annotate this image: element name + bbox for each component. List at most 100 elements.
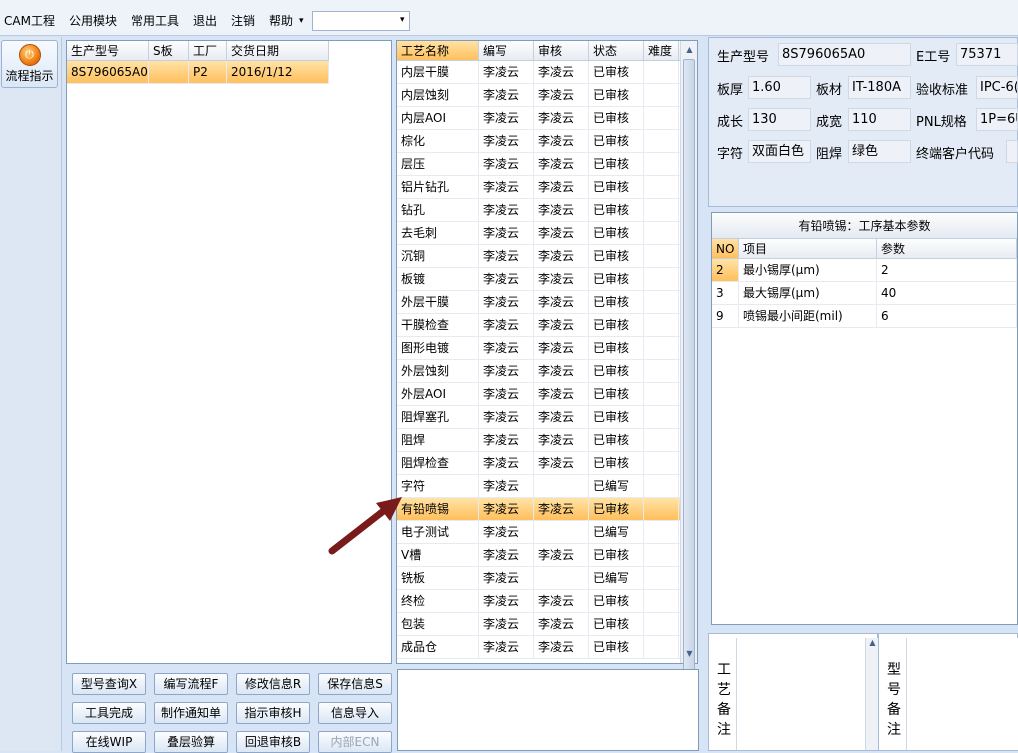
chevron-down-icon[interactable]: ▾	[299, 16, 304, 26]
stack-check-button[interactable]: 叠层验算	[154, 731, 228, 753]
cell-difficulty	[644, 429, 679, 451]
scroll-thumb[interactable]	[683, 59, 695, 679]
table-row[interactable]: 沉铜 李凌云 李凌云 已审核	[397, 245, 697, 268]
cell-reviewer: 李凌云	[534, 268, 589, 290]
make-notice-button[interactable]: 制作通知单	[154, 702, 228, 724]
table-row[interactable]: V槽 李凌云 李凌云 已审核	[397, 544, 697, 567]
customer-code-value[interactable]	[1006, 140, 1018, 163]
col-param[interactable]: 参数	[877, 239, 1017, 258]
write-flow-button[interactable]: 编写流程F	[154, 673, 228, 695]
col-s[interactable]: S板	[149, 41, 189, 60]
col-no[interactable]: NO	[712, 239, 739, 258]
table-row[interactable]: 铝片钻孔 李凌云 李凌云 已审核	[397, 176, 697, 199]
menu-exit[interactable]: 退出	[191, 10, 219, 31]
legend-value[interactable]: 双面白色	[748, 140, 811, 163]
col-process-name[interactable]: 工艺名称	[397, 41, 479, 60]
cell-status: 已审核	[589, 130, 644, 152]
e-number-value[interactable]: 75371	[956, 43, 1018, 66]
width-value[interactable]: 110	[848, 108, 911, 131]
material-value[interactable]: IT-180A	[848, 76, 911, 99]
menu-cam[interactable]: CAM工程	[2, 10, 57, 31]
standard-value[interactable]: IPC-6(	[976, 76, 1018, 99]
table-row[interactable]: 包装 李凌云 李凌云 已审核	[397, 613, 697, 636]
table-row[interactable]: 2 最小锡厚(μm) 2	[712, 259, 1017, 282]
col-factory[interactable]: 工厂	[189, 41, 227, 60]
chevron-down-icon[interactable]: ▾	[400, 15, 405, 25]
table-row[interactable]: 阻焊 李凌云 李凌云 已审核	[397, 429, 697, 452]
table-row[interactable]: 内层蚀刻 李凌云 李凌云 已审核	[397, 84, 697, 107]
remark-scrollbar[interactable]: ▲	[865, 638, 879, 750]
cell-difficulty	[644, 360, 679, 382]
cell-process-name: 包装	[397, 613, 479, 635]
toolbar-combo[interactable]: ▾	[311, 10, 410, 31]
scroll-down-icon[interactable]: ▼	[682, 646, 697, 662]
menu-logout[interactable]: 注销	[229, 10, 257, 31]
table-row[interactable]: 铣板 李凌云 已编写	[397, 567, 697, 590]
table-row[interactable]: 去毛刺 李凌云 李凌云 已审核	[397, 222, 697, 245]
cell-reviewer: 李凌云	[534, 636, 589, 658]
scroll-up-icon[interactable]: ▲	[682, 42, 697, 58]
model-remark-textarea[interactable]	[906, 638, 1018, 750]
cell-process-name: 层压	[397, 153, 479, 175]
menu-public-modules[interactable]: 公用模块	[67, 10, 119, 31]
table-row[interactable]: 钻孔 李凌云 李凌云 已审核	[397, 199, 697, 222]
table-row[interactable]: 板镀 李凌云 李凌云 已审核	[397, 268, 697, 291]
pnl-label: PNL规格	[916, 115, 967, 130]
table-row[interactable]: 有铅喷锡 李凌云 李凌云 已审核	[397, 498, 697, 521]
params-header: NO 项目 参数	[712, 239, 1017, 259]
col-status[interactable]: 状态	[589, 41, 644, 60]
table-row[interactable]: 内层干膜 李凌云 李凌云 已审核	[397, 61, 697, 84]
process-remark-textarea[interactable]: ▲	[736, 638, 879, 750]
table-row[interactable]: 3 最大锡厚(μm) 40	[712, 282, 1017, 305]
table-row[interactable]: 8S796065A0 P2 2016/1/12	[67, 61, 329, 84]
menu-common-tools[interactable]: 常用工具	[129, 10, 181, 31]
save-info-button[interactable]: 保存信息S	[318, 673, 392, 695]
edit-info-button[interactable]: 修改信息R	[236, 673, 310, 695]
length-value[interactable]: 130	[748, 108, 811, 131]
query-model-button[interactable]: 型号查询X	[72, 673, 146, 695]
pnl-value[interactable]: 1P=6U	[976, 108, 1018, 131]
solder-mask-value[interactable]: 绿色	[848, 140, 911, 163]
table-row[interactable]: 外层AOI 李凌云 李凌云 已审核	[397, 383, 697, 406]
menu-help[interactable]: 帮助	[267, 10, 295, 31]
tool-complete-button[interactable]: 工具完成	[72, 702, 146, 724]
order-grid: 生产型号 S板 工厂 交货日期 8S796065A0 P2 2016/1/12	[66, 40, 392, 664]
col-date[interactable]: 交货日期	[227, 41, 329, 60]
cell-process-name: 成品仓	[397, 636, 479, 658]
remark-label-char: 备	[887, 702, 901, 718]
cell-item: 喷锡最小间距(mil)	[739, 305, 877, 327]
col-reviewer[interactable]: 审核	[534, 41, 589, 60]
table-row[interactable]: 内层AOI 李凌云 李凌云 已审核	[397, 107, 697, 130]
flow-guide-button[interactable]: ⏻ 流程指示	[1, 40, 58, 88]
process-scrollbar[interactable]: ▲ ▼	[680, 41, 697, 679]
process-grid: 工艺名称 编写 审核 状态 难度 内层干膜 李凌云 李凌云 已审核 内层蚀刻 李凌云 李凌云…	[396, 40, 698, 679]
table-row[interactable]: 外层干膜 李凌云 李凌云 已审核	[397, 291, 697, 314]
menu-bar: CAM工程 公用模块 常用工具 退出 注销 帮助 ▾ ▾	[0, 0, 1018, 36]
table-row[interactable]: 棕化 李凌云 李凌云 已审核	[397, 130, 697, 153]
table-row[interactable]: 字符 李凌云 已编写	[397, 475, 697, 498]
col-item[interactable]: 项目	[739, 239, 877, 258]
table-row[interactable]: 9 喷锡最小间距(mil) 6	[712, 305, 1017, 328]
thickness-value[interactable]: 1.60	[748, 76, 811, 99]
table-row[interactable]: 层压 李凌云 李凌云 已审核	[397, 153, 697, 176]
import-info-button[interactable]: 信息导入	[318, 702, 392, 724]
table-row[interactable]: 终检 李凌云 李凌云 已审核	[397, 590, 697, 613]
col-difficulty[interactable]: 难度	[644, 41, 679, 60]
table-row[interactable]: 图形电镀 李凌云 李凌云 已审核	[397, 337, 697, 360]
table-row[interactable]: 阻焊塞孔 李凌云 李凌云 已审核	[397, 406, 697, 429]
col-writer[interactable]: 编写	[479, 41, 534, 60]
table-row[interactable]: 成品仓 李凌云 李凌云 已审核	[397, 636, 697, 659]
table-row[interactable]: 外层蚀刻 李凌云 李凌云 已审核	[397, 360, 697, 383]
col-model[interactable]: 生产型号	[67, 41, 149, 60]
online-wip-button[interactable]: 在线WIP	[72, 731, 146, 753]
indicate-review-button[interactable]: 指示审核H	[236, 702, 310, 724]
model-value[interactable]: 8S796065A0	[778, 43, 911, 66]
table-row[interactable]: 干膜检查 李凌云 李凌云 已审核	[397, 314, 697, 337]
rollback-review-button[interactable]: 回退审核B	[236, 731, 310, 753]
table-row[interactable]: 电子测试 李凌云 已编写	[397, 521, 697, 544]
note-textbox[interactable]	[397, 669, 699, 751]
cell-status: 已审核	[589, 636, 644, 658]
cell-process-name: 干膜检查	[397, 314, 479, 336]
internal-ecn-button[interactable]: 内部ECN	[318, 731, 392, 753]
table-row[interactable]: 阻焊检查 李凌云 李凌云 已审核	[397, 452, 697, 475]
